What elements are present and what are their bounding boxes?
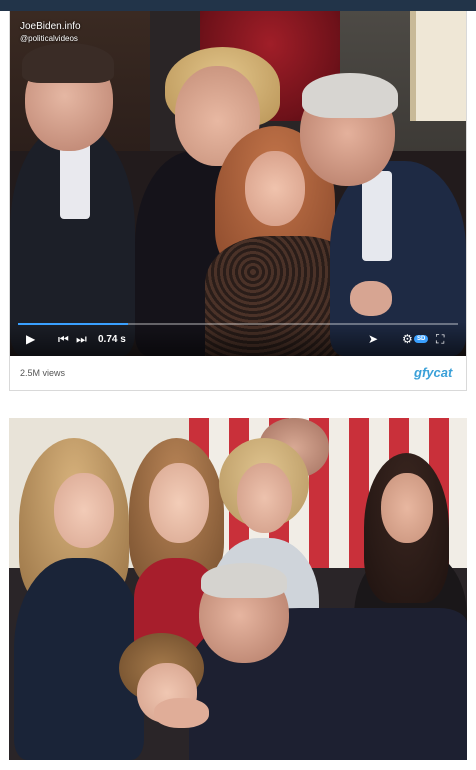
share-icon[interactable]: ➤ — [368, 331, 378, 347]
woman-blonde-face — [237, 463, 292, 533]
watermark-site: JoeBiden.info — [20, 21, 81, 32]
settings-gear-icon[interactable]: ⚙ — [402, 331, 413, 347]
view-count: 2.5M views — [20, 368, 66, 378]
watermark-handle: @politicalvideos — [20, 34, 78, 43]
play-icon[interactable]: ▶ — [26, 331, 35, 347]
video-frame — [10, 11, 466, 356]
progress-bar[interactable] — [18, 323, 458, 325]
scene-door-frame — [410, 11, 466, 121]
girl-face — [245, 151, 305, 226]
fullscreen-icon[interactable]: ⛶ — [436, 331, 444, 347]
man-bending-hair — [201, 563, 287, 598]
man-left-hair — [22, 43, 114, 83]
man-right-shirt — [362, 171, 392, 261]
man-right-hand — [350, 281, 392, 316]
video-player[interactable]: JoeBiden.info @politicalvideos ▶ ⏮ ⏭ 0.7… — [10, 11, 466, 356]
speed-label[interactable]: 0.74 s — [98, 331, 126, 347]
quality-badge[interactable]: SD — [414, 335, 429, 343]
man-bending-hand — [154, 698, 209, 728]
gfycat-embed-card: JoeBiden.info @politicalvideos ▶ ⏮ ⏭ 0.7… — [9, 11, 467, 391]
top-nav-bar — [0, 0, 476, 11]
embed-footer: 2.5M views gfycat — [10, 356, 466, 390]
man-right-hair — [302, 73, 398, 118]
woman-brunette-face — [381, 473, 433, 543]
gfycat-logo[interactable]: gfycat — [414, 365, 452, 380]
progress-fill — [18, 323, 128, 325]
event-photo — [9, 418, 467, 760]
previous-frame-icon[interactable]: ⏮ — [58, 331, 69, 347]
next-frame-icon[interactable]: ⏭ — [76, 331, 87, 347]
girl-two-face — [149, 463, 209, 543]
girl-one-face — [54, 473, 114, 548]
video-watermark: JoeBiden.info @politicalvideos — [20, 21, 81, 45]
